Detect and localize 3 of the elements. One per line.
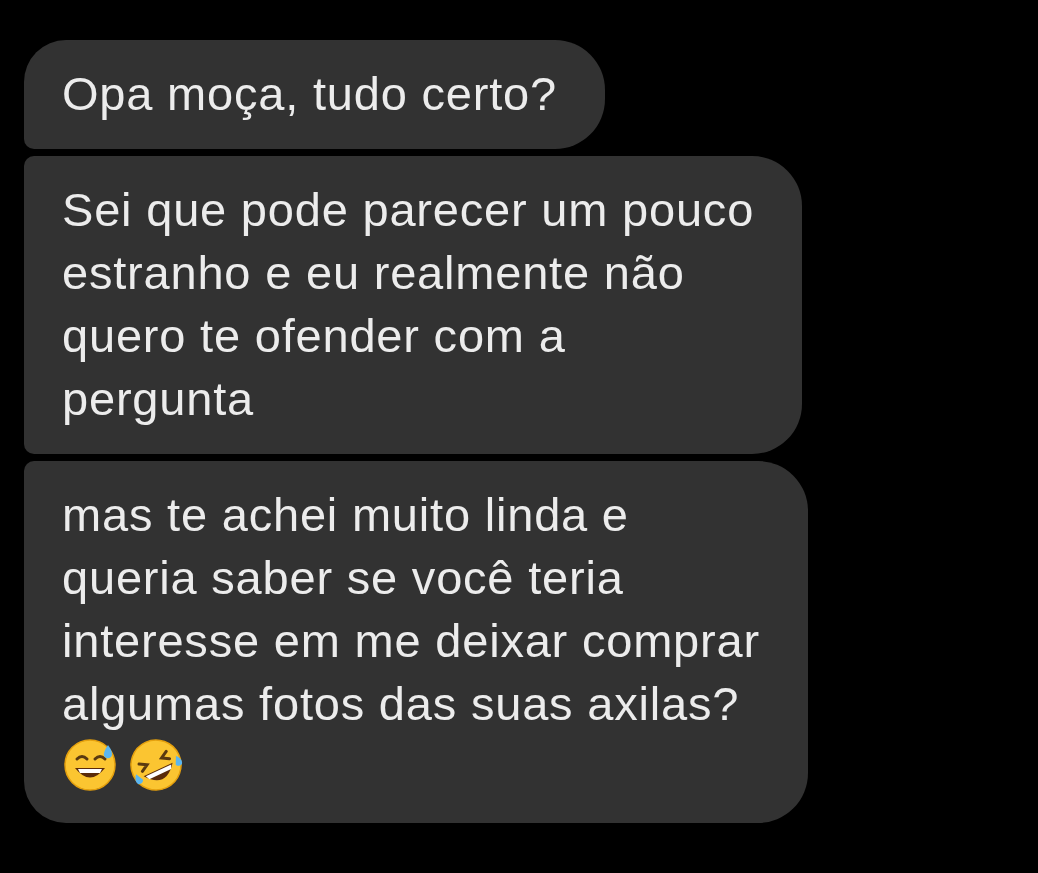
message-text: mas te achei muito linda e queria saber se você teria interesse em me deixar comprar algumas fotos das suas axilas?	[62, 487, 760, 732]
message-text: Sei que pode parecer um pouco estranho e eu realmente não quero te ofender com a pergunta	[62, 182, 755, 427]
message-text: Opa moça, tudo certo?	[62, 66, 557, 122]
